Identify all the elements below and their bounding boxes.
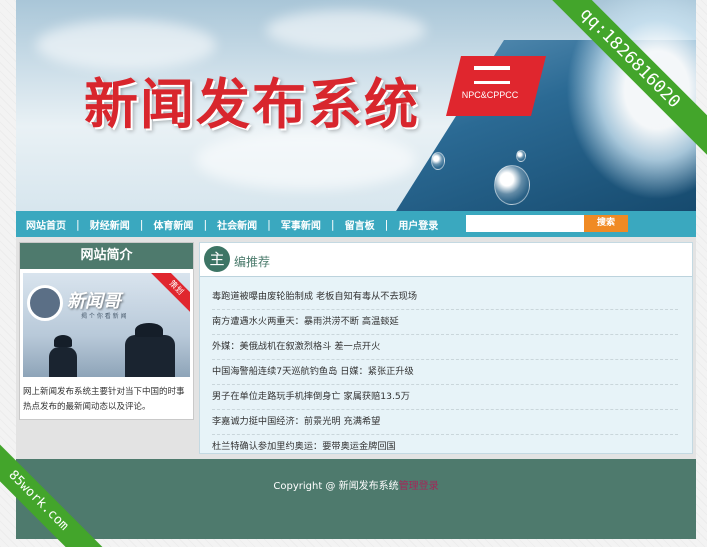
banner-cloud (196, 130, 416, 190)
news-item[interactable]: 毒跑道被曝由废轮胎制成 老板自知有毒从不去现场 (212, 285, 678, 310)
nav-login[interactable]: 用户登录 (388, 217, 448, 232)
guard-figure (125, 335, 175, 377)
news-item[interactable]: 李嘉诚力挺中国经济：前景光明 充满希望 (212, 410, 678, 435)
main-badge: 主 (204, 246, 230, 272)
guard-cap (54, 335, 72, 347)
footer-copyright: Copyright @ 新闻发布系统 (273, 481, 399, 492)
sidebar-description: 网上新闻发布系统主要针对当下中国的时事热点发布的最新闻动态以及评论。 (23, 387, 185, 412)
intro-image: 新闻哥 揭 个 你 看 新 闻 策划 (23, 273, 190, 377)
news-item[interactable]: 男子在单位走路玩手机摔倒身亡 家属获赔13.5万 (212, 385, 678, 410)
recommend-title: 编推荐 (234, 255, 271, 269)
npc-badge (446, 56, 546, 116)
search-button[interactable]: 搜索 (584, 215, 628, 232)
avatar (27, 285, 63, 321)
nav-home[interactable]: 网站首页 (16, 217, 76, 232)
water-drop-icon (494, 165, 530, 205)
content-area: 网站简介 新闻哥 揭 个 你 看 新 闻 策划 网上新闻发布系统主要针对当下中国… (16, 237, 696, 460)
npc-badge-text: NPC&CPPCC (461, 90, 519, 100)
admin-login-link[interactable]: 管理登录 (399, 481, 439, 492)
site-title: 新闻发布系统 (84, 72, 420, 136)
sidebar-title: 网站简介 (20, 243, 193, 269)
news-item[interactable]: 中国海警船连续7天巡航钓鱼岛 日媒：紧张正升级 (212, 360, 678, 385)
nav-military[interactable]: 军事新闻 (271, 217, 331, 232)
main-nav: 网站首页 | 财经新闻 | 体育新闻 | 社会新闻 | 军事新闻 | 留言板 |… (16, 211, 696, 237)
news-item[interactable]: 外媒：美俄战机在叙激烈格斗 差一点开火 (212, 335, 678, 360)
water-drop-icon (431, 152, 445, 170)
great-hall-icon (474, 66, 510, 84)
news-item[interactable]: 杜兰特确认参加里约奥运：要带奥运金牌回国 (212, 435, 678, 460)
news-list: 毒跑道被曝由废轮胎制成 老板自知有毒从不去现场 南方遭遇水火两重天：暴雨洪涝不断… (212, 285, 678, 460)
recommend-panel: 主 编推荐 毒跑道被曝由废轮胎制成 老板自知有毒从不去现场 南方遭遇水火两重天：… (199, 242, 693, 460)
page: NPC&CPPCC 新闻发布系统 网站首页 | 财经新闻 | 体育新闻 | 社会… (16, 0, 696, 547)
guard-cap (135, 323, 163, 337)
photo-subtitle: 揭 个 你 看 新 闻 (81, 313, 127, 320)
nav-sports[interactable]: 体育新闻 (143, 217, 203, 232)
search-input[interactable] (466, 215, 584, 232)
footer: Copyright @ 新闻发布系统管理登录 (16, 459, 696, 539)
nav-finance[interactable]: 财经新闻 (80, 217, 140, 232)
photo-ribbon: 策划 (149, 273, 190, 315)
photo-logo: 新闻哥 (67, 291, 121, 312)
news-item[interactable]: 南方遭遇水火两重天：暴雨洪涝不断 高温燅延 (212, 310, 678, 335)
water-drop-icon (516, 150, 526, 162)
banner-cloud (266, 10, 426, 50)
nav-society[interactable]: 社会新闻 (207, 217, 267, 232)
recommend-header: 主 编推荐 (200, 243, 692, 277)
nav-guestbook[interactable]: 留言板 (335, 217, 385, 232)
sidebar-intro: 网站简介 新闻哥 揭 个 你 看 新 闻 策划 网上新闻发布系统主要针对当下中国… (19, 242, 194, 420)
guard-figure (49, 347, 77, 377)
